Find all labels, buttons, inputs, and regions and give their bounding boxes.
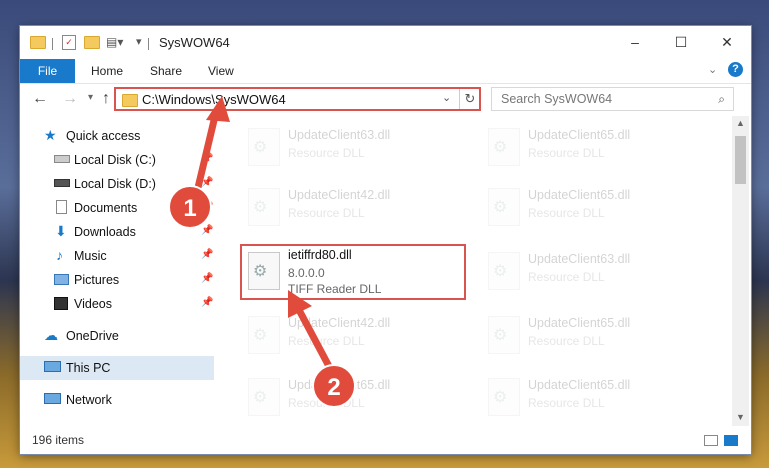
arrow-1-head [206, 96, 230, 122]
annotation-arrows [192, 96, 336, 376]
arrow-2-line [294, 304, 336, 376]
arrow-1-line [192, 108, 220, 200]
callout-badge-2: 2 [312, 364, 356, 408]
callout-badge-1: 1 [168, 185, 212, 229]
